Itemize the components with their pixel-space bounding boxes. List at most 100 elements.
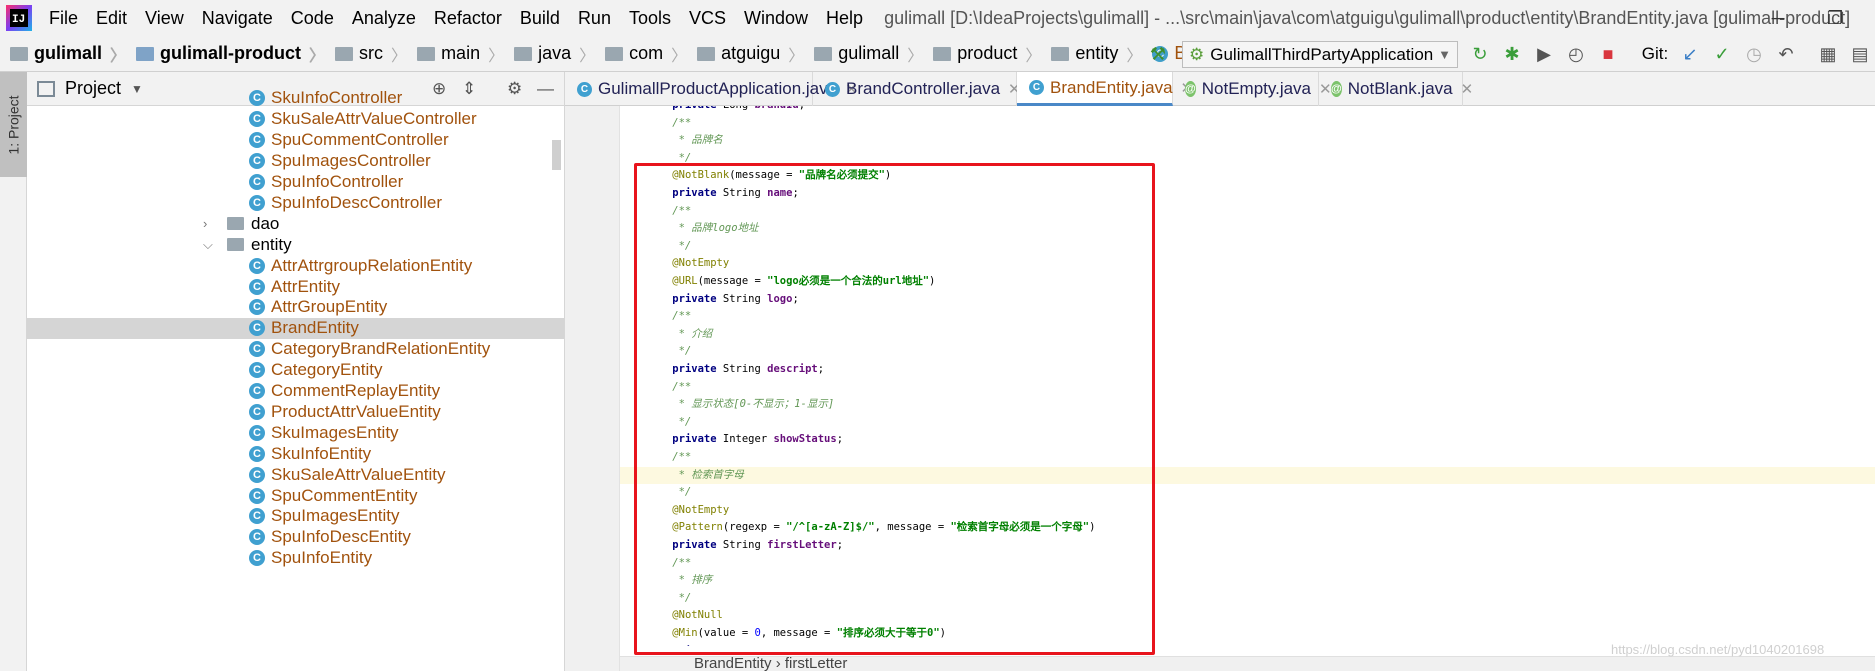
- rerun-icon[interactable]: ↻: [1470, 44, 1490, 64]
- code-line[interactable]: 58 */: [620, 590, 1875, 608]
- code-area[interactable]: 30 private Long brandId;31 /**32 * 品牌名33…: [620, 106, 1875, 646]
- code-line[interactable]: 47 * 显示状态[0-不显示；1-显示]: [620, 396, 1875, 414]
- menu-analyze[interactable]: Analyze: [343, 0, 425, 36]
- code-line[interactable]: 52 */: [620, 484, 1875, 502]
- menu-build[interactable]: Build: [511, 0, 569, 36]
- code-line[interactable]: 43 * 介绍: [620, 326, 1875, 344]
- code-line[interactable]: 56 /**: [620, 555, 1875, 573]
- code-line[interactable]: 41 private String logo;: [620, 291, 1875, 309]
- breadcrumb-item[interactable]: main 〉: [407, 42, 504, 66]
- code-line[interactable]: 33 */: [620, 150, 1875, 168]
- code-line[interactable]: 49 private Integer showStatus;: [620, 431, 1875, 449]
- run-configuration-select[interactable]: ⚙ GulimallThirdPartyApplication ▼: [1182, 41, 1458, 68]
- git-history-icon[interactable]: ◷: [1744, 44, 1764, 64]
- menu-help[interactable]: Help: [817, 0, 872, 36]
- minimize-button[interactable]: ─: [1755, 0, 1801, 36]
- tree-package-dao[interactable]: › dao: [27, 213, 564, 234]
- close-icon[interactable]: ✕: [1461, 80, 1474, 98]
- code-line[interactable]: 31 /**: [620, 115, 1875, 133]
- editor-tab[interactable]: @ NotEmpty.java ✕: [1173, 72, 1332, 106]
- code-line[interactable]: 45 private String descript;: [620, 361, 1875, 379]
- code-line[interactable]: 38 */: [620, 238, 1875, 256]
- menu-refactor[interactable]: Refactor: [425, 0, 511, 36]
- code-line[interactable]: 32 * 品牌名: [620, 132, 1875, 150]
- tree-class-item[interactable]: C ProductAttrValueEntity: [27, 402, 564, 423]
- code-line[interactable]: 46 /**: [620, 379, 1875, 397]
- editor-tab[interactable]: C GulimallProductApplication.java ✕: [565, 72, 858, 106]
- tree-class-item[interactable]: C SpuCommentEntity: [27, 485, 564, 506]
- breadcrumb-item[interactable]: entity 〉: [1041, 42, 1142, 66]
- breadcrumb-item[interactable]: com 〉: [595, 42, 687, 66]
- code-line[interactable]: 55 private String firstLetter;: [620, 537, 1875, 555]
- code-line[interactable]: 35 private String name;: [620, 185, 1875, 203]
- menu-vcs[interactable]: VCS: [680, 0, 735, 36]
- tree-class-item[interactable]: C SpuCommentController: [27, 130, 564, 151]
- tree-class-item[interactable]: C SkuSaleAttrValueController: [27, 109, 564, 130]
- code-line[interactable]: 34 @NotBlank(message = "品牌名必须提交"): [620, 167, 1875, 185]
- tree-class-item[interactable]: C SkuImagesEntity: [27, 422, 564, 443]
- tree-class-item[interactable]: C AttrGroupEntity: [27, 297, 564, 318]
- tree-class-item[interactable]: C CategoryBrandRelationEntity: [27, 339, 564, 360]
- tree-class-item[interactable]: C CommentReplayEntity: [27, 381, 564, 402]
- breadcrumb-item[interactable]: java 〉: [504, 42, 595, 66]
- stop-icon[interactable]: ■: [1598, 44, 1618, 64]
- code-line[interactable]: 51 * 检索首字母: [620, 466, 1875, 485]
- code-line[interactable]: 59 @NotNull: [620, 607, 1875, 625]
- menu-code[interactable]: Code: [282, 0, 343, 36]
- breadcrumb-item[interactable]: atguigu 〉: [687, 42, 804, 66]
- code-breadcrumb[interactable]: BrandEntity › firstLetter: [620, 656, 1875, 671]
- menu-window[interactable]: Window: [735, 0, 817, 36]
- editor-tab[interactable]: C BrandController.java ✕: [813, 72, 1021, 106]
- menu-tools[interactable]: Tools: [620, 0, 680, 36]
- code-line[interactable]: 53 @NotEmpty: [620, 502, 1875, 520]
- restore-button[interactable]: ❐: [1812, 0, 1858, 36]
- scrollbar[interactable]: [552, 140, 561, 170]
- editor-tab[interactable]: @ NotBlank.java ✕: [1319, 72, 1473, 106]
- tree-class-item[interactable]: C SpuInfoController: [27, 172, 564, 193]
- tree-class-item[interactable]: C AttrAttrgroupRelationEntity: [27, 255, 564, 276]
- breadcrumb-item[interactable]: gulimall 〉: [0, 42, 126, 66]
- code-line[interactable]: 57 * 排序: [620, 572, 1875, 590]
- menu-navigate[interactable]: Navigate: [193, 0, 282, 36]
- tree-package-entity[interactable]: ⌵ entity: [27, 234, 564, 255]
- tree-class-item[interactable]: C SkuInfoEntity: [27, 443, 564, 464]
- project-structure-icon[interactable]: ▦: [1818, 44, 1838, 64]
- tree-class-item[interactable]: C SpuImagesEntity: [27, 506, 564, 527]
- project-tool-tab[interactable]: 1: Project: [0, 72, 27, 177]
- chevron-down-icon[interactable]: ⌵: [203, 237, 219, 253]
- debug-icon[interactable]: ✱: [1502, 44, 1522, 64]
- tree-class-item[interactable]: C CategoryEntity: [27, 360, 564, 381]
- tree-class-item[interactable]: C AttrEntity: [27, 276, 564, 297]
- chevron-right-icon[interactable]: ›: [203, 216, 219, 231]
- tree-class-item[interactable]: C SpuInfoDescController: [27, 193, 564, 214]
- code-line[interactable]: 37 * 品牌logo地址: [620, 220, 1875, 238]
- tree-class-item[interactable]: C SpuInfoEntity: [27, 548, 564, 569]
- code-line[interactable]: 30 private Long brandId;: [620, 106, 1875, 115]
- git-rollback-icon[interactable]: ↶: [1776, 44, 1796, 64]
- code-line[interactable]: 36 /**: [620, 203, 1875, 221]
- code-line[interactable]: 39 @NotEmpty: [620, 255, 1875, 273]
- editor-tab[interactable]: CBrandEntity.java✕: [1017, 72, 1193, 106]
- sdk-icon[interactable]: ▤: [1850, 44, 1870, 64]
- menu-view[interactable]: View: [136, 0, 193, 36]
- tree-class-item[interactable]: C SkuSaleAttrValueEntity: [27, 464, 564, 485]
- code-line[interactable]: 40 @URL(message = "logo必须是一个合法的url地址"): [620, 273, 1875, 291]
- breadcrumb-item[interactable]: product 〉: [923, 42, 1041, 66]
- git-update-icon[interactable]: ↙: [1680, 44, 1700, 64]
- profile-icon[interactable]: ◴: [1566, 44, 1586, 64]
- code-line[interactable]: 60 @Min(value = 0, message = "排序必须大于等于0"…: [620, 625, 1875, 643]
- tree-class-item[interactable]: C SkuInfoController: [27, 88, 564, 109]
- tree-class-item[interactable]: C SpuInfoDescEntity: [27, 527, 564, 548]
- run-coverage-icon[interactable]: ▶: [1534, 44, 1554, 64]
- breadcrumb-item[interactable]: src 〉: [325, 42, 407, 66]
- git-commit-icon[interactable]: ✓: [1712, 44, 1732, 64]
- menu-run[interactable]: Run: [569, 0, 620, 36]
- tree-class-item[interactable]: C SpuImagesController: [27, 151, 564, 172]
- code-line[interactable]: 42 /**: [620, 308, 1875, 326]
- menu-edit[interactable]: Edit: [87, 0, 136, 36]
- code-line[interactable]: 50 /**: [620, 449, 1875, 467]
- breadcrumb-item[interactable]: gulimall 〉: [804, 42, 923, 66]
- code-line[interactable]: 44 */: [620, 343, 1875, 361]
- build-hammer-icon[interactable]: ⚒: [1148, 44, 1168, 64]
- menu-file[interactable]: File: [40, 0, 87, 36]
